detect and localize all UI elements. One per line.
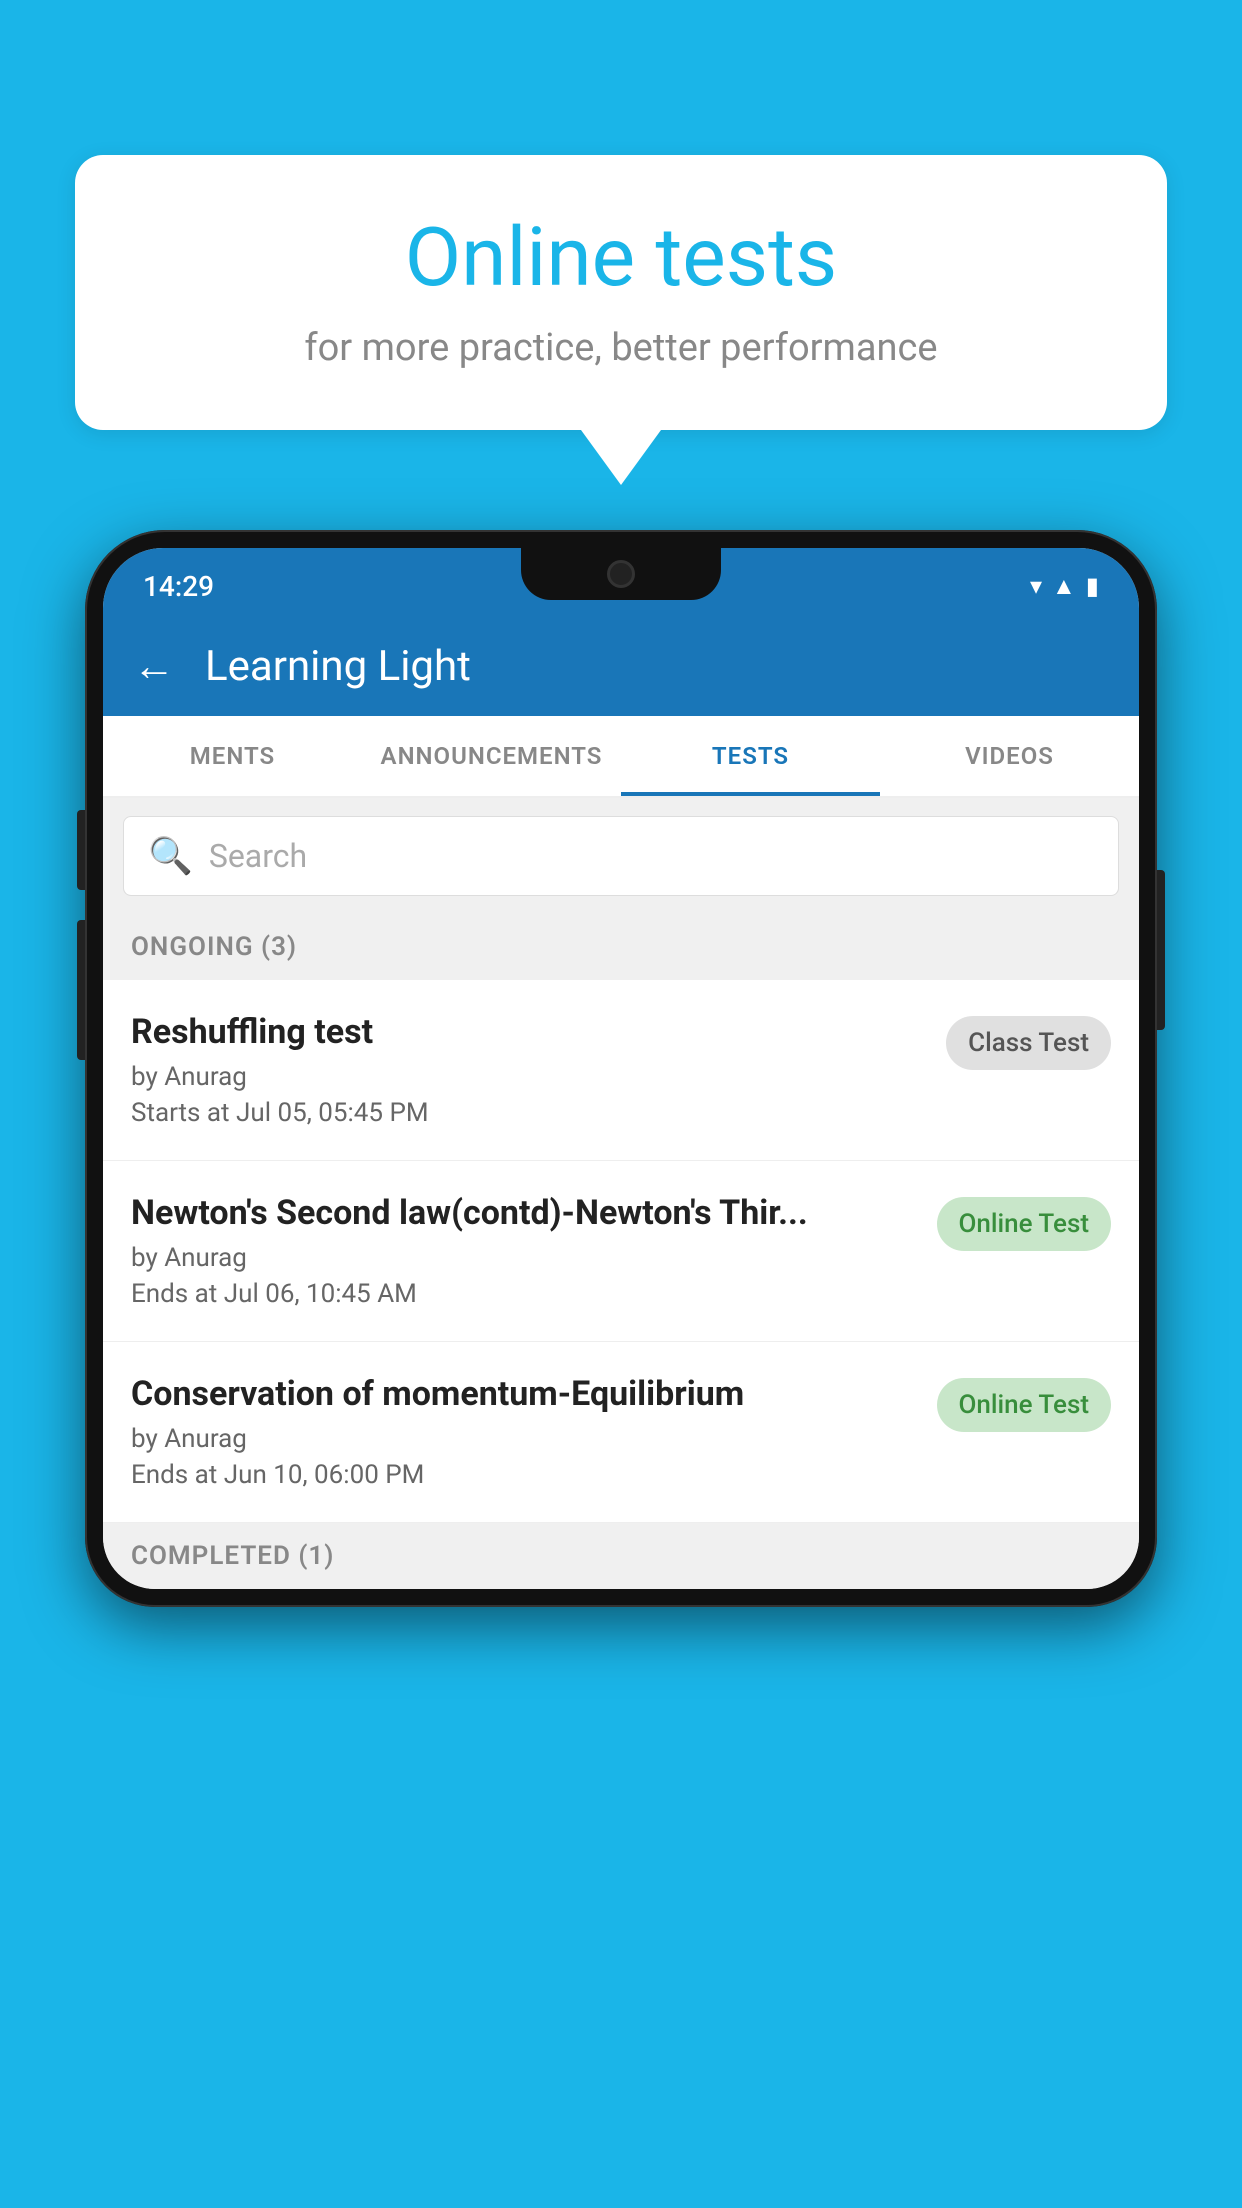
test-item-3[interactable]: Conservation of momentum-Equilibrium by … [103,1342,1139,1523]
volume-down-button [77,920,85,1060]
phone-notch [521,548,721,600]
status-time: 14:29 [143,570,214,603]
front-camera [607,560,635,588]
tab-ments[interactable]: MENTS [103,716,362,796]
phone-frame: 14:29 ▾ ▲ ▮ ← Learning Light MENTS ANNOU… [85,530,1157,1607]
test-time-2: Ends at Jul 06, 10:45 AM [131,1279,921,1309]
test-author-2: by Anurag [131,1243,921,1273]
bubble-subtitle: for more practice, better performance [135,326,1107,370]
test-badge-3: Online Test [937,1378,1112,1432]
test-list: Reshuffling test by Anurag Starts at Jul… [103,980,1139,1523]
test-item-1[interactable]: Reshuffling test by Anurag Starts at Jul… [103,980,1139,1161]
speech-bubble-section: Online tests for more practice, better p… [75,155,1167,485]
test-author-3: by Anurag [131,1424,921,1454]
search-input[interactable]: Search [209,837,307,875]
test-time-1: Starts at Jul 05, 05:45 PM [131,1098,930,1128]
phone-wrapper: 14:29 ▾ ▲ ▮ ← Learning Light MENTS ANNOU… [85,530,1157,2208]
test-name-1: Reshuffling test [131,1012,930,1052]
test-badge-1: Class Test [946,1016,1111,1070]
power-button [1157,870,1165,1030]
search-icon: 🔍 [148,835,193,877]
test-badge-2: Online Test [937,1197,1112,1251]
test-name-3: Conservation of momentum-Equilibrium [131,1374,921,1414]
bubble-arrow [581,430,661,485]
test-item-2[interactable]: Newton's Second law(contd)-Newton's Thir… [103,1161,1139,1342]
ongoing-section-label: ONGOING (3) [103,914,1139,980]
tab-announcements[interactable]: ANNOUNCEMENTS [362,716,621,796]
wifi-icon: ▾ [1030,572,1042,600]
tab-tests[interactable]: TESTS [621,716,880,796]
test-name-2: Newton's Second law(contd)-Newton's Thir… [131,1193,921,1233]
completed-section-label: COMPLETED (1) [103,1523,1139,1589]
test-author-1: by Anurag [131,1062,930,1092]
search-container: 🔍 Search [103,798,1139,914]
search-bar[interactable]: 🔍 Search [123,816,1119,896]
bubble-title: Online tests [135,210,1107,306]
back-button[interactable]: ← [133,642,175,691]
app-header-title: Learning Light [205,642,471,691]
test-info-3: Conservation of momentum-Equilibrium by … [131,1374,921,1490]
tabs-bar: MENTS ANNOUNCEMENTS TESTS VIDEOS [103,716,1139,798]
speech-bubble: Online tests for more practice, better p… [75,155,1167,430]
status-icons: ▾ ▲ ▮ [1030,572,1099,601]
volume-up-button [77,810,85,890]
tab-videos[interactable]: VIDEOS [880,716,1139,796]
test-time-3: Ends at Jun 10, 06:00 PM [131,1460,921,1490]
app-header: ← Learning Light [103,616,1139,716]
test-info-1: Reshuffling test by Anurag Starts at Jul… [131,1012,930,1128]
phone-screen: 14:29 ▾ ▲ ▮ ← Learning Light MENTS ANNOU… [103,548,1139,1589]
test-info-2: Newton's Second law(contd)-Newton's Thir… [131,1193,921,1309]
battery-icon: ▮ [1086,572,1099,600]
signal-icon: ▲ [1052,572,1076,601]
